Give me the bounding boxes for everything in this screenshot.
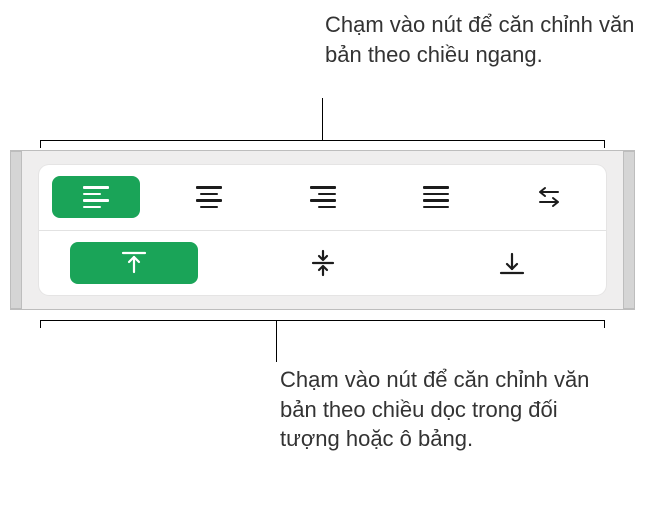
alignment-card [39,165,606,295]
align-top-button[interactable] [70,242,198,284]
align-middle-button[interactable] [259,242,387,284]
vertical-align-row [39,230,606,296]
horizontal-align-row [39,165,606,230]
callout-vertical: Chạm vào nút để căn chỉnh văn bản theo c… [280,365,620,454]
align-justify-button[interactable] [392,176,480,218]
align-top-icon [120,250,148,276]
alignment-panel [10,150,635,310]
align-middle-icon [309,249,337,277]
align-center-icon [196,186,222,208]
text-direction-button[interactable] [505,176,593,218]
align-left-icon [83,186,109,208]
align-right-icon [310,186,336,208]
align-justify-icon [423,186,449,208]
callout-horizontal: Chạm vào nút để căn chỉnh văn bản theo c… [325,10,635,69]
align-left-button[interactable] [52,176,140,218]
align-bottom-button[interactable] [448,242,576,284]
leader-bottom [276,320,277,362]
align-right-button[interactable] [279,176,367,218]
text-direction-icon [534,185,564,209]
leader-top [322,98,323,140]
align-bottom-icon [498,250,526,276]
align-center-button[interactable] [165,176,253,218]
brace-bottom [40,320,605,331]
